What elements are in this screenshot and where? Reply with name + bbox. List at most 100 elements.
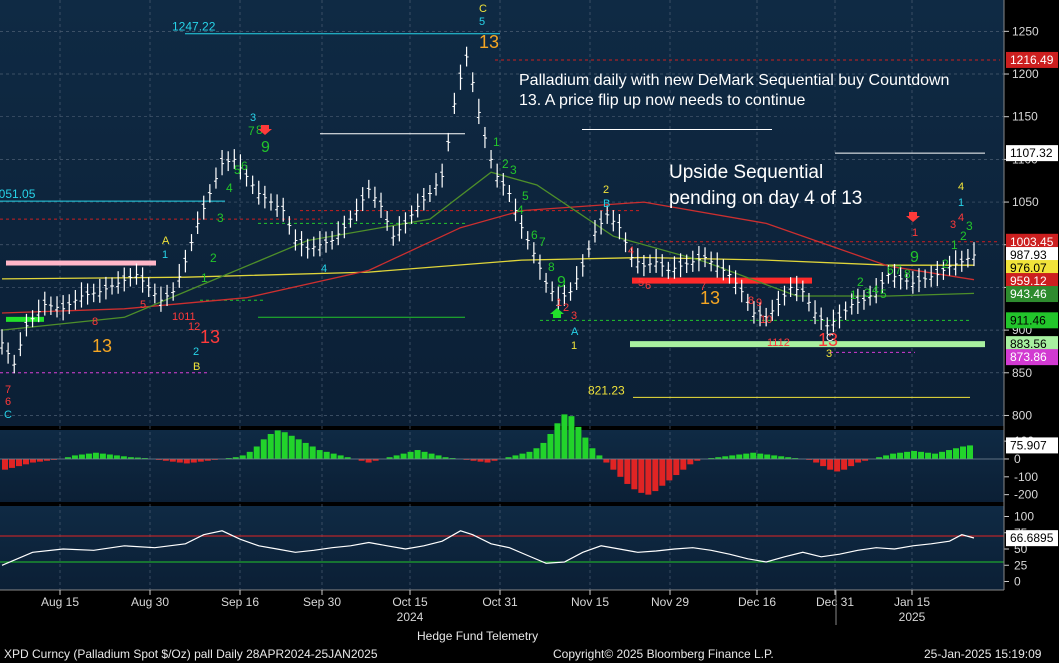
rsi-tick-label: 25 [1014, 558, 1028, 572]
macd-bar [848, 458, 855, 467]
sequential-count: 1 [556, 297, 562, 309]
macd-bar [778, 456, 785, 459]
sequential-count: 12 [188, 321, 200, 333]
macd-bar [890, 453, 897, 459]
price-tick-label: 1150 [1012, 110, 1038, 124]
sequential-count: 5 [638, 277, 644, 289]
sequential-count: 1 [571, 340, 577, 352]
sequential-count: 1 [201, 271, 208, 285]
macd-bar [281, 432, 288, 459]
annotation-line-2: 13. A price flip up now needs to continu… [519, 92, 806, 109]
sequential-count: 3 [510, 163, 517, 177]
macd-bar [687, 458, 694, 465]
sequential-count: 4 [872, 283, 879, 297]
price-label-text: 1003.45 [1010, 235, 1054, 249]
macd-bar [190, 458, 197, 463]
macd-bar [589, 448, 596, 459]
sequential-count: 5 [522, 189, 529, 203]
macd-bar [841, 458, 848, 470]
macd-last-value: 75.907 [1010, 438, 1047, 452]
macd-bar [925, 452, 932, 459]
sequential-count: 2 [603, 184, 609, 196]
sequential-count: 5 [140, 299, 146, 311]
macd-bar [953, 448, 960, 459]
macd-bar [540, 442, 547, 459]
sequential-count: A [571, 326, 579, 338]
macd-bar [757, 453, 764, 459]
macd-bar [176, 458, 183, 463]
sequential-count: 1 [912, 227, 918, 239]
sequential-count: 4 [321, 263, 327, 275]
annotation-sequential-2: pending on day 4 of 13 [669, 188, 862, 209]
footer-timestamp: 25-Jan-2025 15:19:09 [924, 647, 1042, 661]
macd-bar [92, 452, 99, 459]
macd-bar [99, 453, 106, 459]
macd-bar [911, 450, 918, 459]
sequential-count: 5 [880, 287, 887, 301]
x-tick-label: Dec 31 [816, 595, 854, 609]
macd-bar [736, 454, 743, 459]
macd-bar [932, 453, 939, 459]
macd-bar [603, 458, 610, 463]
sequential-count: 9 [756, 297, 762, 309]
sequential-count: 2 [193, 346, 199, 358]
sequential-count: 13 [200, 327, 220, 347]
x-tick-label: Aug 30 [131, 595, 169, 609]
light-green-support-bar [630, 341, 985, 348]
price-label-text: 943.46 [1010, 287, 1047, 301]
sequential-count: 13 [700, 288, 720, 308]
macd-bar [393, 455, 400, 459]
footer-copyright: Copyright© 2025 Bloomberg Finance L.P. [553, 647, 774, 661]
macd-bar [288, 435, 295, 459]
footer-title: Hedge Fund Telemetry [417, 629, 538, 643]
sequential-count: 8 [904, 267, 911, 281]
macd-bar [834, 458, 841, 472]
sequential-count: 3 [826, 348, 832, 360]
macd-bar [596, 455, 603, 459]
price-label-text: 883.56 [1010, 337, 1047, 351]
sequential-count: 1 [162, 249, 168, 261]
macd-bar [400, 453, 407, 459]
macd-bar [246, 451, 253, 459]
price-tick-label: 1250 [1012, 24, 1039, 38]
sequential-count: 9 [910, 249, 919, 266]
sequential-count: 13 [92, 336, 112, 356]
macd-bar [106, 454, 113, 459]
macd-bar [820, 458, 827, 467]
sequential-count: 7 [539, 235, 546, 249]
macd-bar [561, 414, 568, 459]
sequential-count: 6 [645, 280, 651, 292]
macd-bar [743, 453, 750, 459]
macd-bar [15, 458, 22, 467]
macd-tick-label: 0 [1014, 452, 1021, 466]
macd-bar [673, 458, 680, 476]
x-tick-label: Jan 15 [894, 595, 930, 609]
price-tick-label: 1200 [1012, 67, 1039, 81]
macd-bar [330, 453, 337, 459]
macd-bar [624, 458, 631, 484]
macd-bar [407, 451, 414, 459]
macd-bar [323, 451, 330, 459]
macd-bar [659, 458, 666, 486]
macd-bar [554, 423, 561, 459]
macd-bar [183, 458, 190, 464]
sequential-count: 3 [571, 310, 577, 322]
sequential-count: 4 [517, 203, 524, 217]
macd-bar [421, 451, 428, 459]
sequential-count: 1112 [767, 337, 790, 349]
macd-bar [750, 452, 757, 459]
x-tick-label: Oct 15 [392, 595, 428, 609]
price-label-text: 1216.49 [1010, 53, 1054, 67]
macd-bar [722, 456, 729, 459]
macd-bar [512, 455, 519, 459]
price-label-text: 1107.32 [1010, 146, 1053, 160]
macd-bar [36, 458, 43, 462]
sequential-count: 3 [864, 286, 871, 300]
sequential-count: B [603, 198, 610, 210]
macd-bar [918, 451, 925, 459]
x-tick-label: Nov 15 [571, 595, 609, 609]
sequential-count: 4 [958, 181, 964, 193]
palladium-chart: 1247.221051.05821.23 7C68135101113122BA1… [0, 0, 1058, 661]
macd-bar [946, 450, 953, 459]
macd-bar [610, 458, 617, 470]
